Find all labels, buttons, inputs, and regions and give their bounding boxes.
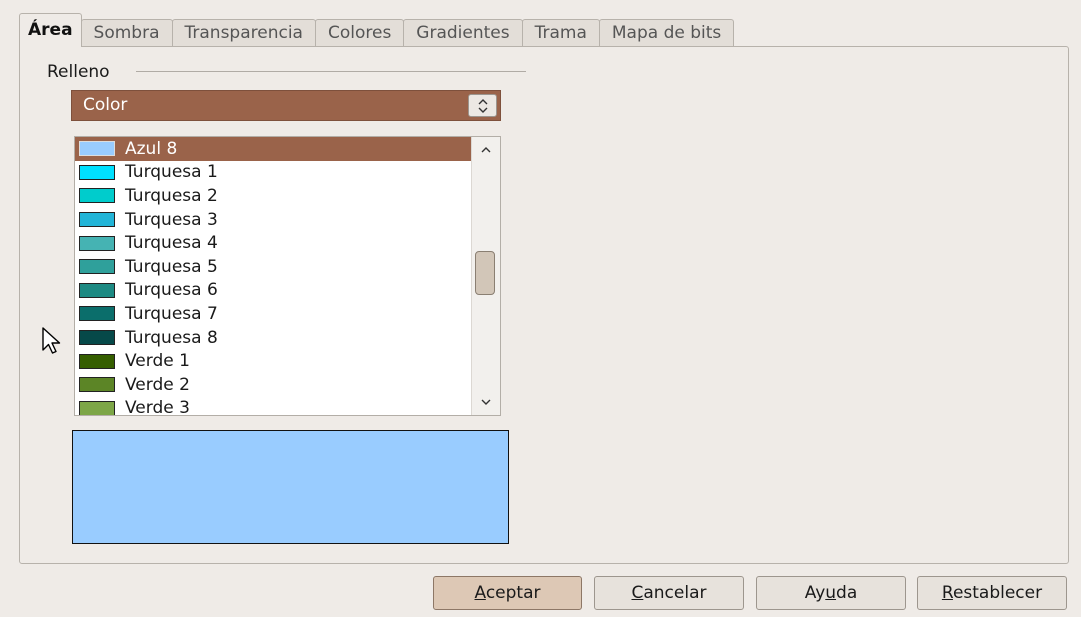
fill-group-label: Relleno (47, 62, 110, 82)
help-label-after: da (836, 583, 858, 603)
accept-mnemonic: A (474, 583, 486, 603)
color-swatch (79, 141, 115, 157)
color-swatch (79, 235, 115, 251)
help-button[interactable]: Ayuda (756, 576, 906, 610)
help-label-before: Ay (804, 583, 826, 603)
tab-transparencia[interactable]: Transparencia (171, 19, 316, 47)
tab-area[interactable]: Área (19, 13, 82, 47)
help-mnemonic: u (825, 583, 837, 603)
color-name: Turquesa 4 (125, 233, 218, 254)
tab-mapa-de-bits[interactable]: Mapa de bits (598, 19, 735, 47)
color-list-item[interactable]: Turquesa 1 (75, 161, 472, 185)
reset-label-rest: establecer (952, 583, 1043, 603)
color-name: Verde 2 (125, 374, 190, 395)
color-preview (72, 430, 509, 544)
color-swatch (79, 212, 115, 228)
color-list-item[interactable]: Verde 1 (75, 349, 472, 373)
color-list[interactable]: Azul 8 Turquesa 1 Turquesa 2 Turquesa 3 Turq… (74, 136, 501, 416)
scroll-down-icon[interactable] (472, 391, 500, 413)
fill-type-select[interactable]: Color (71, 90, 501, 121)
spin-updown-icon[interactable] (468, 94, 497, 117)
color-name: Turquesa 6 (125, 280, 218, 301)
tab-sombra[interactable]: Sombra (80, 19, 173, 47)
cancel-label-rest: ancelar (643, 583, 707, 603)
color-name: Azul 8 (125, 138, 178, 159)
tab-gradientes[interactable]: Gradientes (403, 19, 523, 47)
color-list-items: Azul 8 Turquesa 1 Turquesa 2 Turquesa 3 Turq… (75, 137, 472, 416)
color-list-item[interactable]: Turquesa 5 (75, 255, 472, 279)
fill-type-value: Color (83, 95, 128, 115)
color-swatch (79, 330, 115, 346)
color-list-item[interactable]: Turquesa 7 (75, 302, 472, 326)
cancel-mnemonic: C (631, 583, 644, 603)
reset-button[interactable]: Restablecer (917, 576, 1067, 610)
color-swatch (79, 377, 115, 393)
scroll-thumb[interactable] (475, 251, 495, 295)
color-swatch (79, 188, 115, 204)
color-swatch (79, 164, 115, 180)
color-list-item[interactable]: Azul 8 (75, 137, 472, 161)
color-list-item[interactable]: Turquesa 2 (75, 184, 472, 208)
color-name: Turquesa 8 (125, 327, 218, 348)
color-name: Verde 1 (125, 351, 190, 372)
tab-trama[interactable]: Trama (521, 19, 600, 47)
color-name: Turquesa 5 (125, 256, 218, 277)
color-list-item[interactable]: Turquesa 8 (75, 326, 472, 350)
color-swatch (79, 306, 115, 322)
tab-colores[interactable]: Colores (314, 19, 405, 47)
cancel-button[interactable]: Cancelar (594, 576, 744, 610)
accept-button[interactable]: Aceptar (433, 576, 582, 610)
color-swatch (79, 353, 115, 369)
color-swatch (79, 259, 115, 275)
color-name: Turquesa 3 (125, 209, 218, 230)
mouse-pointer-icon (41, 326, 63, 361)
tab-bar: Área Sombra Transparencia Colores Gradie… (19, 13, 735, 47)
color-name: Turquesa 7 (125, 303, 218, 324)
color-list-item[interactable]: Turquesa 6 (75, 279, 472, 303)
color-name: Turquesa 2 (125, 185, 218, 206)
group-separator (136, 71, 526, 72)
accept-label-rest: ceptar (485, 583, 541, 603)
color-swatch (79, 282, 115, 298)
scroll-up-icon[interactable] (472, 139, 500, 161)
color-list-item[interactable]: Turquesa 4 (75, 231, 472, 255)
color-list-item[interactable]: Verde 3 (75, 397, 472, 416)
color-name: Verde 3 (125, 398, 190, 416)
reset-mnemonic: R (941, 583, 953, 603)
color-list-scrollbar[interactable] (471, 137, 500, 415)
color-list-item[interactable]: Turquesa 3 (75, 208, 472, 232)
color-swatch (79, 400, 115, 415)
color-list-item[interactable]: Verde 2 (75, 373, 472, 397)
color-name: Turquesa 1 (125, 162, 218, 183)
